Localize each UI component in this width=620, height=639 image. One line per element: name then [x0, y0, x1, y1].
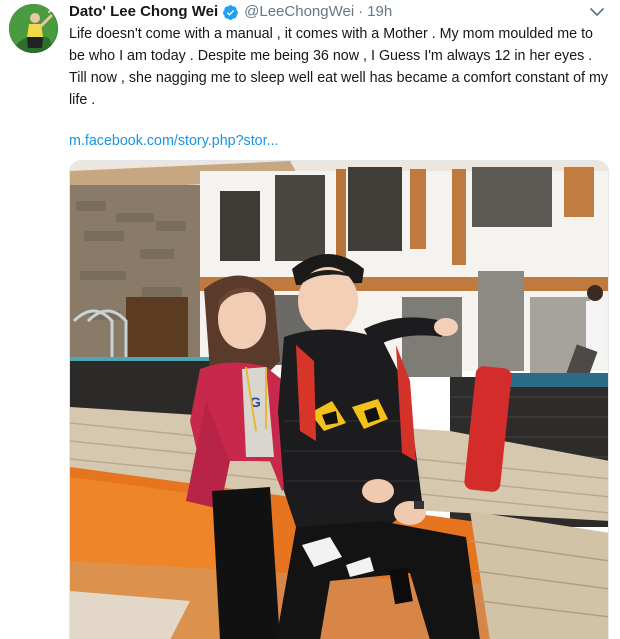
separator-dot: · — [358, 3, 364, 20]
avatar[interactable] — [9, 4, 58, 53]
tweet-link[interactable]: m.facebook.com/story.php?stor... — [69, 131, 279, 151]
verified-badge-icon — [222, 4, 239, 21]
tweet-photo[interactable]: G — [69, 160, 609, 639]
tweet-header: Dato' Lee Chong Wei @LeeChongWei · 19h — [69, 2, 392, 22]
photo-image: G — [70, 161, 608, 639]
tweet-text: Life doesn't come with a manual , it com… — [69, 26, 609, 108]
avatar-image — [9, 4, 58, 53]
user-handle[interactable]: @LeeChongWei — [244, 2, 354, 22]
chevron-down-icon[interactable] — [588, 3, 606, 21]
timestamp[interactable]: 19h — [367, 2, 392, 22]
tweet-card[interactable]: Dato' Lee Chong Wei @LeeChongWei · 19h L… — [0, 0, 620, 639]
display-name[interactable]: Dato' Lee Chong Wei — [69, 2, 218, 22]
